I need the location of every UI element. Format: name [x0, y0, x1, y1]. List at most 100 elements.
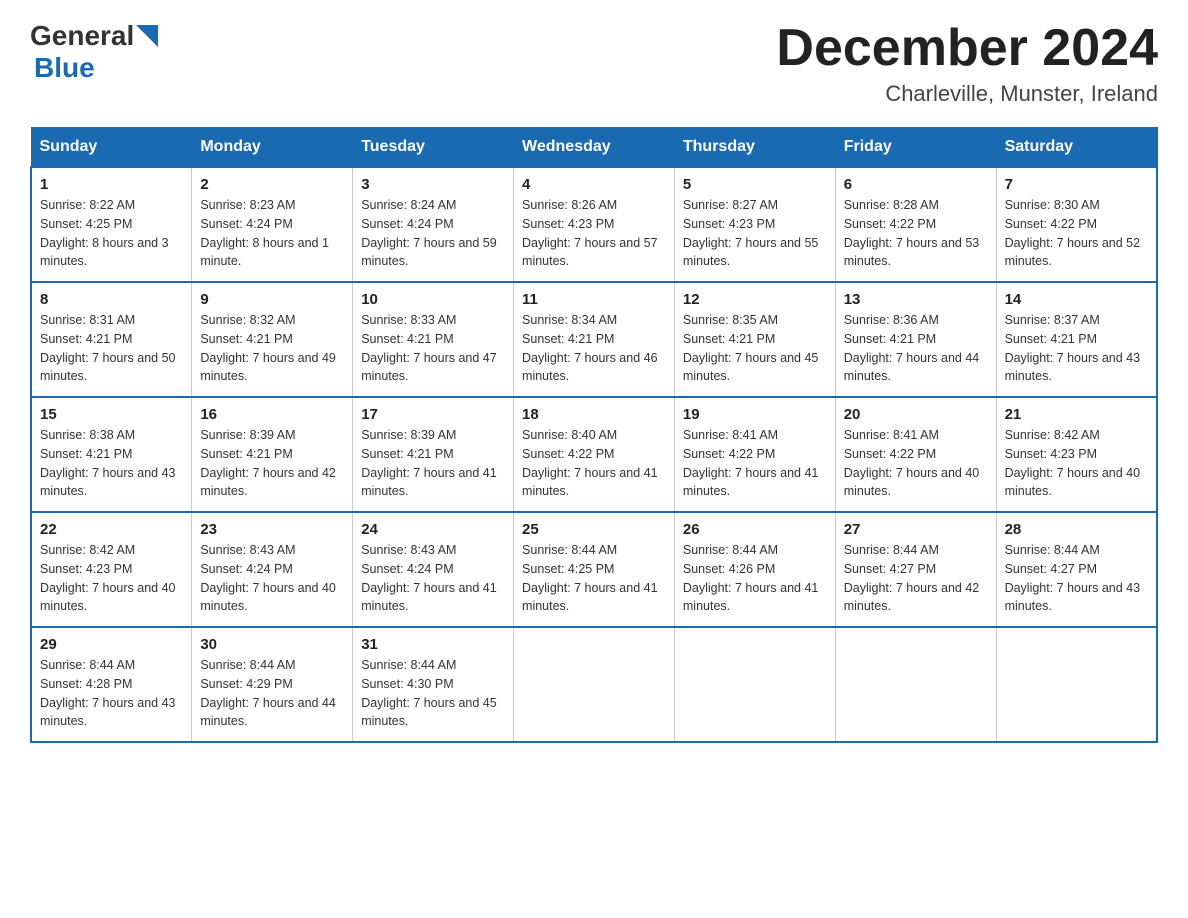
calendar-week-row: 22 Sunrise: 8:42 AM Sunset: 4:23 PM Dayl… — [31, 512, 1157, 627]
day-info: Sunrise: 8:24 AM Sunset: 4:24 PM Dayligh… — [361, 196, 505, 271]
calendar-cell: 17 Sunrise: 8:39 AM Sunset: 4:21 PM Dayl… — [353, 397, 514, 512]
day-number: 24 — [361, 521, 505, 538]
calendar-cell: 3 Sunrise: 8:24 AM Sunset: 4:24 PM Dayli… — [353, 167, 514, 282]
calendar-cell: 23 Sunrise: 8:43 AM Sunset: 4:24 PM Dayl… — [192, 512, 353, 627]
calendar-cell: 11 Sunrise: 8:34 AM Sunset: 4:21 PM Dayl… — [514, 282, 675, 397]
day-number: 6 — [844, 176, 988, 193]
calendar-cell: 5 Sunrise: 8:27 AM Sunset: 4:23 PM Dayli… — [674, 167, 835, 282]
calendar-cell: 24 Sunrise: 8:43 AM Sunset: 4:24 PM Dayl… — [353, 512, 514, 627]
day-number: 25 — [522, 521, 666, 538]
calendar-week-row: 15 Sunrise: 8:38 AM Sunset: 4:21 PM Dayl… — [31, 397, 1157, 512]
day-info: Sunrise: 8:34 AM Sunset: 4:21 PM Dayligh… — [522, 311, 666, 386]
day-number: 15 — [40, 406, 183, 423]
header-sunday: Sunday — [31, 128, 192, 168]
day-info: Sunrise: 8:44 AM Sunset: 4:29 PM Dayligh… — [200, 656, 344, 731]
day-number: 17 — [361, 406, 505, 423]
calendar-cell: 15 Sunrise: 8:38 AM Sunset: 4:21 PM Dayl… — [31, 397, 192, 512]
day-info: Sunrise: 8:35 AM Sunset: 4:21 PM Dayligh… — [683, 311, 827, 386]
logo-general-text: General — [30, 20, 134, 52]
calendar-cell — [674, 627, 835, 742]
day-info: Sunrise: 8:23 AM Sunset: 4:24 PM Dayligh… — [200, 196, 344, 271]
calendar-cell: 25 Sunrise: 8:44 AM Sunset: 4:25 PM Dayl… — [514, 512, 675, 627]
calendar-table: SundayMondayTuesdayWednesdayThursdayFrid… — [30, 127, 1158, 743]
day-info: Sunrise: 8:44 AM Sunset: 4:26 PM Dayligh… — [683, 541, 827, 616]
day-number: 2 — [200, 176, 344, 193]
day-info: Sunrise: 8:44 AM Sunset: 4:27 PM Dayligh… — [1005, 541, 1148, 616]
day-info: Sunrise: 8:39 AM Sunset: 4:21 PM Dayligh… — [361, 426, 505, 501]
header-thursday: Thursday — [674, 128, 835, 168]
calendar-cell — [996, 627, 1157, 742]
logo-blue-text: Blue — [34, 52, 95, 84]
day-number: 5 — [683, 176, 827, 193]
day-number: 8 — [40, 291, 183, 308]
calendar-cell: 27 Sunrise: 8:44 AM Sunset: 4:27 PM Dayl… — [835, 512, 996, 627]
header-wednesday: Wednesday — [514, 128, 675, 168]
day-number: 7 — [1005, 176, 1148, 193]
calendar-cell: 28 Sunrise: 8:44 AM Sunset: 4:27 PM Dayl… — [996, 512, 1157, 627]
day-number: 12 — [683, 291, 827, 308]
calendar-header-row: SundayMondayTuesdayWednesdayThursdayFrid… — [31, 128, 1157, 168]
day-number: 10 — [361, 291, 505, 308]
calendar-cell: 7 Sunrise: 8:30 AM Sunset: 4:22 PM Dayli… — [996, 167, 1157, 282]
calendar-cell: 18 Sunrise: 8:40 AM Sunset: 4:22 PM Dayl… — [514, 397, 675, 512]
day-number: 11 — [522, 291, 666, 308]
calendar-cell: 13 Sunrise: 8:36 AM Sunset: 4:21 PM Dayl… — [835, 282, 996, 397]
calendar-cell: 31 Sunrise: 8:44 AM Sunset: 4:30 PM Dayl… — [353, 627, 514, 742]
day-info: Sunrise: 8:43 AM Sunset: 4:24 PM Dayligh… — [200, 541, 344, 616]
day-info: Sunrise: 8:27 AM Sunset: 4:23 PM Dayligh… — [683, 196, 827, 271]
calendar-cell: 10 Sunrise: 8:33 AM Sunset: 4:21 PM Dayl… — [353, 282, 514, 397]
day-info: Sunrise: 8:28 AM Sunset: 4:22 PM Dayligh… — [844, 196, 988, 271]
day-number: 21 — [1005, 406, 1148, 423]
calendar-cell: 30 Sunrise: 8:44 AM Sunset: 4:29 PM Dayl… — [192, 627, 353, 742]
calendar-cell: 4 Sunrise: 8:26 AM Sunset: 4:23 PM Dayli… — [514, 167, 675, 282]
day-info: Sunrise: 8:26 AM Sunset: 4:23 PM Dayligh… — [522, 196, 666, 271]
logo: General Blue — [30, 20, 158, 84]
day-number: 13 — [844, 291, 988, 308]
month-title: December 2024 — [776, 20, 1158, 77]
day-number: 28 — [1005, 521, 1148, 538]
day-number: 3 — [361, 176, 505, 193]
day-number: 19 — [683, 406, 827, 423]
location-subtitle: Charleville, Munster, Ireland — [776, 81, 1158, 107]
day-info: Sunrise: 8:41 AM Sunset: 4:22 PM Dayligh… — [844, 426, 988, 501]
logo-triangle-icon — [136, 25, 158, 47]
header-saturday: Saturday — [996, 128, 1157, 168]
day-number: 1 — [40, 176, 183, 193]
title-area: December 2024 Charleville, Munster, Irel… — [776, 20, 1158, 107]
header-friday: Friday — [835, 128, 996, 168]
day-info: Sunrise: 8:36 AM Sunset: 4:21 PM Dayligh… — [844, 311, 988, 386]
calendar-week-row: 8 Sunrise: 8:31 AM Sunset: 4:21 PM Dayli… — [31, 282, 1157, 397]
day-number: 4 — [522, 176, 666, 193]
day-info: Sunrise: 8:31 AM Sunset: 4:21 PM Dayligh… — [40, 311, 183, 386]
day-info: Sunrise: 8:32 AM Sunset: 4:21 PM Dayligh… — [200, 311, 344, 386]
calendar-cell: 9 Sunrise: 8:32 AM Sunset: 4:21 PM Dayli… — [192, 282, 353, 397]
day-info: Sunrise: 8:43 AM Sunset: 4:24 PM Dayligh… — [361, 541, 505, 616]
day-info: Sunrise: 8:42 AM Sunset: 4:23 PM Dayligh… — [40, 541, 183, 616]
header-monday: Monday — [192, 128, 353, 168]
day-info: Sunrise: 8:44 AM Sunset: 4:30 PM Dayligh… — [361, 656, 505, 731]
calendar-cell — [514, 627, 675, 742]
day-number: 26 — [683, 521, 827, 538]
day-info: Sunrise: 8:44 AM Sunset: 4:25 PM Dayligh… — [522, 541, 666, 616]
page-header: General Blue December 2024 Charleville, … — [30, 20, 1158, 107]
calendar-cell: 19 Sunrise: 8:41 AM Sunset: 4:22 PM Dayl… — [674, 397, 835, 512]
calendar-cell: 1 Sunrise: 8:22 AM Sunset: 4:25 PM Dayli… — [31, 167, 192, 282]
day-number: 18 — [522, 406, 666, 423]
calendar-cell: 26 Sunrise: 8:44 AM Sunset: 4:26 PM Dayl… — [674, 512, 835, 627]
day-info: Sunrise: 8:44 AM Sunset: 4:28 PM Dayligh… — [40, 656, 183, 731]
day-info: Sunrise: 8:38 AM Sunset: 4:21 PM Dayligh… — [40, 426, 183, 501]
day-number: 23 — [200, 521, 344, 538]
day-number: 31 — [361, 636, 505, 653]
calendar-cell: 20 Sunrise: 8:41 AM Sunset: 4:22 PM Dayl… — [835, 397, 996, 512]
header-tuesday: Tuesday — [353, 128, 514, 168]
day-info: Sunrise: 8:33 AM Sunset: 4:21 PM Dayligh… — [361, 311, 505, 386]
day-number: 20 — [844, 406, 988, 423]
calendar-cell: 21 Sunrise: 8:42 AM Sunset: 4:23 PM Dayl… — [996, 397, 1157, 512]
day-number: 16 — [200, 406, 344, 423]
day-number: 9 — [200, 291, 344, 308]
day-info: Sunrise: 8:22 AM Sunset: 4:25 PM Dayligh… — [40, 196, 183, 271]
calendar-cell: 16 Sunrise: 8:39 AM Sunset: 4:21 PM Dayl… — [192, 397, 353, 512]
calendar-cell: 29 Sunrise: 8:44 AM Sunset: 4:28 PM Dayl… — [31, 627, 192, 742]
day-info: Sunrise: 8:37 AM Sunset: 4:21 PM Dayligh… — [1005, 311, 1148, 386]
day-info: Sunrise: 8:39 AM Sunset: 4:21 PM Dayligh… — [200, 426, 344, 501]
